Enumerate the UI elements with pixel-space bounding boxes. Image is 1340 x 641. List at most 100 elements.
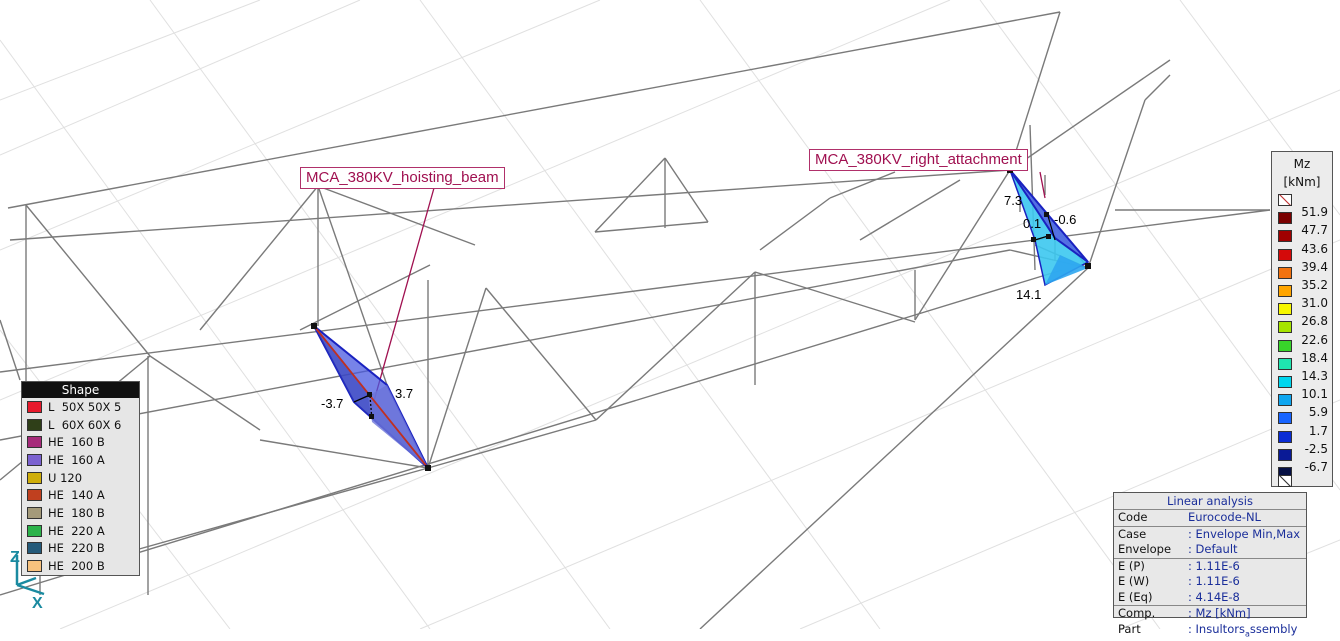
scale-band-swatch: [1278, 448, 1292, 461]
shape-legend-item: HE 140 A: [22, 486, 139, 504]
value-label: 0.1: [1023, 216, 1042, 231]
scale-band-swatch: [1278, 248, 1292, 261]
scale-band-value: -2.5: [1304, 441, 1328, 456]
scale-band-value: 10.1: [1301, 387, 1328, 402]
scale-band-value: 51.9: [1301, 205, 1328, 220]
analysis-title: Linear analysis: [1114, 493, 1306, 510]
shape-swatch: [27, 524, 42, 537]
shape-label: L 50X 50X 5: [48, 399, 122, 414]
shape-legend-item: HE 160 A: [22, 451, 139, 469]
analysis-value: : Envelope Min,Max: [1188, 526, 1301, 541]
scale-band-swatch: [1278, 412, 1292, 425]
scale-band-swatch: [1278, 339, 1292, 352]
x-axis-label: X: [32, 595, 43, 612]
shape-legend-title: Shape: [22, 382, 139, 398]
scale-band-value: 39.4: [1301, 259, 1328, 274]
scale-band-swatch: [1278, 394, 1292, 407]
shape-label: L 60X 60X 6: [48, 417, 122, 432]
analysis-key: Part: [1118, 621, 1141, 636]
mz-color-scale: Mz [kNm] 51.9 47.7 43.6 39.4 35.2 31.0 26.8 22.…: [1271, 151, 1333, 488]
scale-band-value: 43.6: [1301, 241, 1328, 256]
shape-legend-item: HE 220 B: [22, 540, 139, 558]
analysis-key: Case: [1118, 526, 1147, 541]
analysis-row-envelope: Envelope : Default: [1114, 542, 1306, 558]
scale-band-value: 31.0: [1301, 296, 1328, 311]
analysis-row-part: Part : Insultorsassembly: [1114, 622, 1306, 638]
analysis-key: E (Eq): [1118, 589, 1153, 604]
shape-label: HE 140 A: [48, 488, 105, 503]
shape-swatch: [27, 453, 42, 466]
scale-band-value: 14.3: [1301, 369, 1328, 383]
analysis-row-e-w: E (W) : 1.11E-6: [1114, 574, 1306, 590]
value-label: -3.7: [321, 396, 344, 411]
scale-underflow-swatch: [1278, 475, 1292, 488]
shape-label: HE 200 B: [48, 559, 105, 574]
analysis-value: : Default: [1188, 542, 1238, 556]
shape-swatch: [27, 560, 42, 573]
scale-band-value: 5.9: [1308, 405, 1328, 420]
scale-band-value: 35.2: [1301, 278, 1328, 292]
shape-legend-item: HE 220 A: [22, 522, 139, 540]
shape-swatch: [27, 436, 42, 449]
analysis-info-panel: Linear analysis Code Eurocode-NL Case : …: [1113, 492, 1307, 638]
mz-scale-title: Mz: [1293, 157, 1311, 171]
shape-label: HE 160 B: [48, 435, 105, 450]
shape-swatch: [27, 489, 42, 502]
z-axis-label: Z: [10, 549, 20, 566]
shape-swatch: [27, 471, 42, 484]
mz-scale-unit: [kNm]: [1283, 175, 1321, 189]
analysis-value: : 4.14E-8: [1188, 589, 1240, 604]
analysis-row-e-eq: E (Eq) : 4.14E-8: [1114, 590, 1306, 606]
shape-swatch: [27, 400, 42, 413]
shape-swatch: [27, 506, 42, 519]
scale-band-swatch: [1278, 285, 1292, 297]
shape-label: U 120: [48, 470, 83, 485]
analysis-row-comp: Comp. : Mz [kNm]: [1114, 605, 1306, 622]
right-attachment-moment-diagram[interactable]: [1007, 167, 1091, 287]
truss-frame: [0, 11, 1271, 629]
scale-band-swatch: [1278, 321, 1292, 334]
shape-legend: Shape L 50X 50X 5 L 60X 60X 6 HE 160 B HE 1…: [21, 381, 140, 576]
value-label: -0.6: [1054, 212, 1077, 227]
scale-band-value: 18.4: [1301, 350, 1328, 365]
analysis-key: Comp.: [1118, 606, 1156, 620]
shape-label: HE 160 A: [48, 452, 105, 467]
analysis-key: E (P): [1118, 558, 1145, 573]
value-label: 3.7: [395, 386, 414, 401]
analysis-value: : 1.11E-6: [1188, 574, 1240, 588]
scale-band-swatch: [1278, 212, 1292, 225]
value-label: 14.1: [1016, 287, 1042, 302]
shape-legend-item: U 120: [22, 469, 139, 487]
analysis-key: Envelope: [1118, 542, 1172, 556]
scale-band-swatch: [1278, 230, 1292, 243]
scale-band-swatch: [1278, 357, 1292, 370]
scale-overflow-swatch: [1278, 194, 1292, 206]
shape-legend-item: HE 200 B: [22, 557, 139, 575]
member-label-right-attachment[interactable]: MCA_380KV_right_attachment: [809, 149, 1028, 171]
shape-legend-item: HE 180 B: [22, 504, 139, 522]
analysis-row-case: Case : Envelope Min,Max: [1114, 525, 1306, 543]
value-label: 7.3: [1004, 193, 1023, 208]
analysis-row-code: Code Eurocode-NL: [1114, 510, 1306, 526]
scale-band-value: 47.7: [1301, 223, 1328, 238]
shape-swatch: [27, 418, 42, 431]
analysis-row-e-p: E (P) : 1.11E-6: [1114, 557, 1306, 575]
scale-band-swatch: [1278, 303, 1292, 316]
shape-swatch: [27, 542, 42, 555]
shape-label: HE 220 A: [48, 523, 105, 538]
analysis-value: Eurocode-NL: [1188, 510, 1261, 524]
scale-band-value: 1.7: [1308, 423, 1328, 438]
analysis-value: : Insultorsassembly: [1188, 622, 1297, 638]
analysis-value: : Mz [kNm]: [1188, 606, 1251, 620]
analysis-value: : 1.11E-6: [1188, 558, 1240, 573]
shape-legend-item: L 60X 60X 6: [22, 416, 139, 434]
scale-band-value: 22.6: [1301, 332, 1328, 347]
scale-band-value: -6.7: [1304, 460, 1328, 474]
shape-legend-item: HE 160 B: [22, 433, 139, 451]
member-label-hoisting-beam[interactable]: MCA_380KV_hoisting_beam: [300, 167, 505, 189]
shape-legend-item: L 50X 50X 5: [22, 398, 139, 416]
analysis-key: E (W): [1118, 574, 1150, 588]
scale-band-swatch: [1278, 266, 1292, 279]
scale-band-swatch: [1278, 430, 1292, 443]
analysis-key: Code: [1118, 510, 1148, 524]
